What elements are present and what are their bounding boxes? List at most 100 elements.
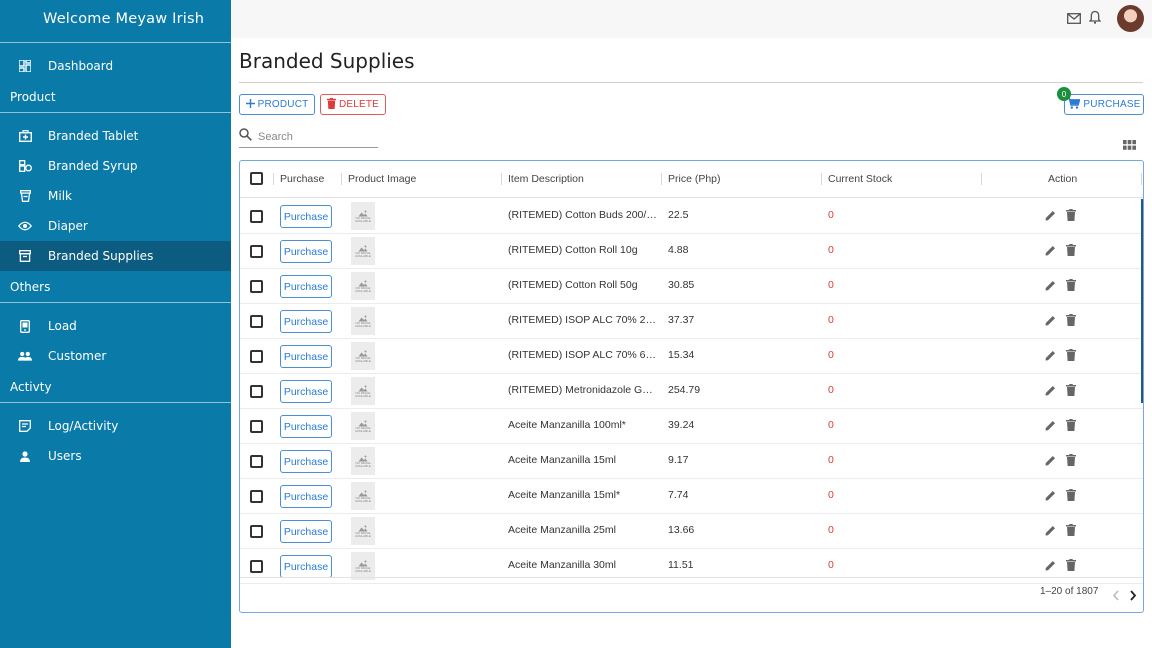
sidebar-item-label: Branded Tablet xyxy=(48,129,139,143)
search-bar[interactable] xyxy=(239,126,378,148)
row-purchase-button[interactable]: Purchase xyxy=(280,415,332,438)
row-purchase-button[interactable]: Purchase xyxy=(280,310,332,333)
trash-icon[interactable] xyxy=(1066,244,1076,259)
edit-icon[interactable] xyxy=(1045,420,1056,434)
edit-icon[interactable] xyxy=(1045,245,1056,259)
table-footer: 1–20 of 1807 xyxy=(240,577,1143,612)
row-purchase-button[interactable]: Purchase xyxy=(280,345,332,368)
row-purchase-button[interactable]: Purchase xyxy=(280,450,332,473)
row-checkbox[interactable] xyxy=(250,315,263,328)
column-header-description[interactable]: Item Description xyxy=(508,173,584,185)
row-purchase-button[interactable]: Purchase xyxy=(280,520,332,543)
item-stock: 0 xyxy=(828,454,834,466)
thumb-text: AVAILABLE xyxy=(355,358,371,363)
item-price: 4.88 xyxy=(668,244,689,256)
row-purchase-button[interactable]: Purchase xyxy=(280,380,332,403)
row-checkbox[interactable] xyxy=(250,210,263,223)
trash-icon[interactable] xyxy=(1066,314,1076,329)
sidebar-item-log-activity[interactable]: Log/Activity xyxy=(0,411,231,441)
trash-icon[interactable] xyxy=(1066,419,1076,434)
delete-button[interactable]: DELETE xyxy=(320,94,386,115)
product-image-placeholder: NO IMAGE AVAILABLE xyxy=(351,447,375,475)
notification-bell-icon[interactable] xyxy=(1088,10,1102,29)
row-checkbox[interactable] xyxy=(250,490,263,503)
edit-icon[interactable] xyxy=(1045,455,1056,469)
edit-icon[interactable] xyxy=(1045,490,1056,504)
delete-label: DELETE xyxy=(338,99,380,110)
row-checkbox[interactable] xyxy=(250,420,263,433)
edit-icon[interactable] xyxy=(1045,350,1056,364)
item-stock: 0 xyxy=(828,384,834,396)
item-stock: 0 xyxy=(828,349,834,361)
grid-view-icon[interactable] xyxy=(1123,137,1136,155)
row-checkbox[interactable] xyxy=(250,385,263,398)
sidebar-item-branded-syrup[interactable]: Branded Syrup xyxy=(0,151,231,181)
add-product-button[interactable]: PRODUCT xyxy=(239,94,315,115)
edit-icon[interactable] xyxy=(1045,525,1056,539)
sidebar-item-label: Milk xyxy=(48,189,72,203)
edit-icon[interactable] xyxy=(1045,280,1056,294)
row-checkbox[interactable] xyxy=(250,280,263,293)
archive-icon xyxy=(18,249,32,263)
trash-icon[interactable] xyxy=(1066,559,1076,574)
sidebar-item-load[interactable]: Load xyxy=(0,311,231,341)
row-checkbox[interactable] xyxy=(250,245,263,258)
item-description: (RITEMED) ISOP ALC 70% 250ml xyxy=(508,314,658,326)
edit-icon[interactable] xyxy=(1045,560,1056,574)
item-description: (RITEMED) Cotton Roll 10g xyxy=(508,244,638,256)
row-purchase-button[interactable]: Purchase xyxy=(280,555,332,578)
sidebar-item-dashboard[interactable]: Dashboard xyxy=(0,51,231,81)
table-row: Purchase NO IMAGE AVAILABLE (RITEMED) Cotto… xyxy=(240,269,1143,304)
edit-icon[interactable] xyxy=(1045,210,1056,224)
search-input[interactable] xyxy=(258,130,368,143)
column-header-price[interactable]: Price (Php) xyxy=(668,173,721,185)
row-purchase-button[interactable]: Purchase xyxy=(280,275,332,298)
item-price: 39.24 xyxy=(668,419,695,431)
row-checkbox[interactable] xyxy=(250,525,263,538)
pills-icon xyxy=(18,159,32,173)
sidebar: Welcome Meyaw Irish Dashboard Product Br… xyxy=(0,0,231,648)
mail-icon[interactable] xyxy=(1067,11,1081,29)
trash-icon[interactable] xyxy=(1066,209,1076,224)
select-all-checkbox[interactable] xyxy=(250,172,263,185)
row-checkbox[interactable] xyxy=(250,560,263,573)
column-header-stock[interactable]: Current Stock xyxy=(828,173,892,185)
purchase-cart-button[interactable]: PURCHASE xyxy=(1064,94,1144,115)
edit-icon[interactable] xyxy=(1045,315,1056,329)
trash-icon[interactable] xyxy=(1066,349,1076,364)
row-purchase-button[interactable]: Purchase xyxy=(280,205,332,228)
scrollbar[interactable] xyxy=(1141,199,1143,403)
column-separator xyxy=(661,173,662,185)
sidebar-item-users[interactable]: Users xyxy=(0,441,231,471)
sidebar-item-milk[interactable]: Milk xyxy=(0,181,231,211)
sidebar-item-branded-supplies[interactable]: Branded Supplies xyxy=(0,241,231,271)
column-header-image[interactable]: Product Image xyxy=(348,173,416,185)
trash-icon[interactable] xyxy=(1066,454,1076,469)
column-header-purchase[interactable]: Purchase xyxy=(280,173,324,185)
chevron-right-icon[interactable] xyxy=(1129,588,1137,606)
column-separator xyxy=(981,173,982,185)
product-image-placeholder: NO IMAGE AVAILABLE xyxy=(351,412,375,440)
trash-icon[interactable] xyxy=(1066,384,1076,399)
trash-icon[interactable] xyxy=(1066,524,1076,539)
sidebar-item-diaper[interactable]: Diaper xyxy=(0,211,231,241)
trash-icon[interactable] xyxy=(1066,279,1076,294)
row-checkbox[interactable] xyxy=(250,455,263,468)
trash-icon[interactable] xyxy=(1066,489,1076,504)
item-price: 15.34 xyxy=(668,349,695,361)
sidebar-item-branded-tablet[interactable]: Branded Tablet xyxy=(0,121,231,151)
item-description: (RITEMED) Metronidazole Gel 1... xyxy=(508,384,658,396)
row-checkbox[interactable] xyxy=(250,350,263,363)
sidebar-item-customer[interactable]: Customer xyxy=(0,341,231,371)
avatar[interactable] xyxy=(1117,5,1144,32)
thumb-text: AVAILABLE xyxy=(355,428,371,433)
column-separator xyxy=(501,173,502,185)
table-row: Purchase NO IMAGE AVAILABLE (RITEMED) Cotto… xyxy=(240,234,1143,269)
chevron-left-icon[interactable] xyxy=(1112,588,1120,606)
row-purchase-button[interactable]: Purchase xyxy=(280,485,332,508)
item-description: (RITEMED) Cotton Buds 200/pck xyxy=(508,209,658,221)
row-purchase-button[interactable]: Purchase xyxy=(280,240,332,263)
edit-icon[interactable] xyxy=(1045,385,1056,399)
item-price: 7.74 xyxy=(668,489,689,501)
trash-icon xyxy=(326,97,336,112)
